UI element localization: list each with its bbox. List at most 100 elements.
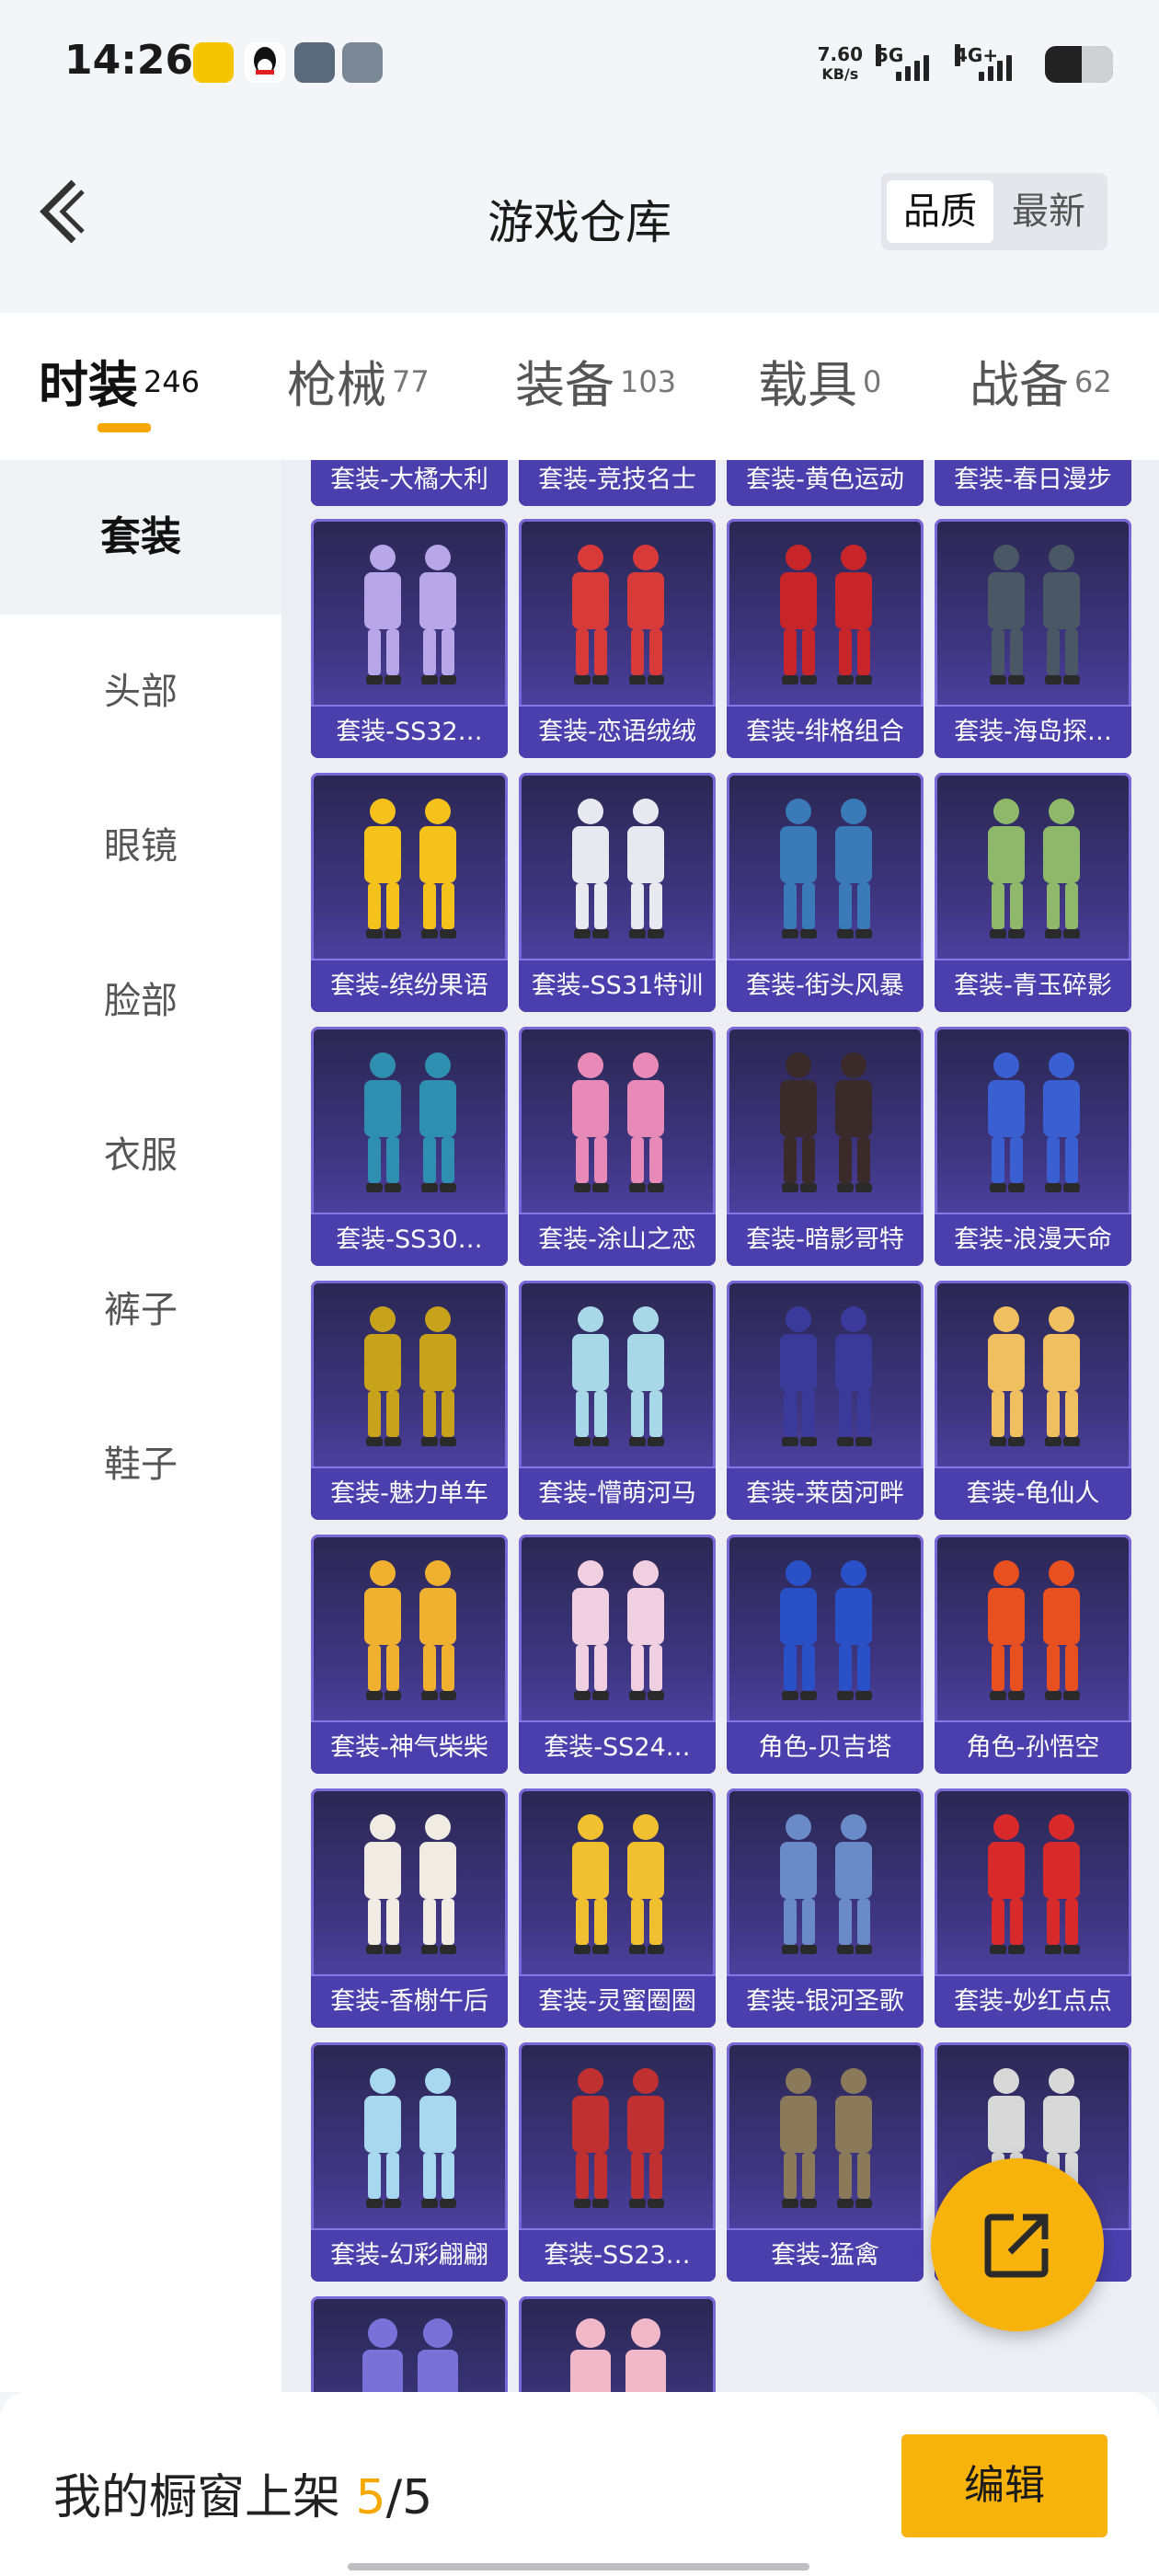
sidebar-item-glasses[interactable]: 眼镜 bbox=[0, 769, 281, 924]
outfit-label: 套装-SS31特训 bbox=[519, 959, 716, 1012]
outfit-card[interactable]: 套装-大橘大利 bbox=[311, 460, 508, 506]
home-indicator bbox=[348, 2563, 809, 2570]
tab-fashion[interactable]: 时装 246 bbox=[39, 344, 200, 417]
outfit-card[interactable]: 套装-猛禽 bbox=[727, 2042, 924, 2282]
outfit-thumbnail bbox=[570, 2318, 666, 2392]
outfit-card[interactable]: 套装-幻彩翩翩 bbox=[311, 2042, 508, 2282]
sidebar-item-clothes[interactable]: 衣服 bbox=[0, 1078, 281, 1233]
app-header: 游戏仓库 品质 最新 bbox=[0, 147, 1159, 276]
outfit-label: 套装-春日漫步 bbox=[935, 460, 1131, 506]
outfit-card[interactable]: 套装-SS23… bbox=[519, 2042, 716, 2282]
outfit-label: 套装-幻彩翩翩 bbox=[311, 2228, 508, 2282]
outfit-label: 套装-青玉碎影 bbox=[935, 959, 1131, 1012]
outfit-card[interactable]: 套装-香榭午后 bbox=[311, 1788, 508, 2028]
outfit-thumbnail bbox=[519, 1295, 716, 1461]
outfit-label: 套装-魅力单车 bbox=[311, 1466, 508, 1520]
sort-latest-button[interactable]: 最新 bbox=[995, 180, 1102, 243]
outfit-thumbnail bbox=[727, 788, 924, 953]
outfit-label: 套装-涂山之恋 bbox=[519, 1213, 716, 1266]
status-bar: 14:26 7.60 KB/s 5G 4G+ bbox=[0, 0, 1159, 120]
outfit-card[interactable]: 套装-浪漫天命 bbox=[935, 1027, 1131, 1266]
outfit-label: 套装-龟仙人 bbox=[935, 1466, 1131, 1520]
outfit-thumbnail bbox=[935, 1041, 1131, 1207]
sidebar-item-shoes[interactable]: 鞋子 bbox=[0, 1387, 281, 1542]
outfit-label: 套装-银河圣歌 bbox=[727, 1974, 924, 2028]
outfit-thumbnail bbox=[519, 2057, 716, 2223]
outfit-label: 套装-莱茵河畔 bbox=[727, 1466, 924, 1520]
outfit-thumbnail bbox=[935, 1295, 1131, 1461]
tab-weapons[interactable]: 枪械 77 bbox=[287, 344, 430, 417]
outfit-card[interactable] bbox=[519, 2296, 716, 2392]
outfit-thumbnail bbox=[519, 788, 716, 953]
outfit-card[interactable]: 套装-SS31特训 bbox=[519, 773, 716, 1012]
outfit-card[interactable]: 套装-妙红点点 bbox=[935, 1788, 1131, 2028]
outfit-card[interactable]: 套装-街头风暴 bbox=[727, 773, 924, 1012]
outfit-card[interactable]: 套装-春日漫步 bbox=[935, 460, 1131, 506]
outfit-card[interactable] bbox=[311, 2296, 508, 2392]
outfit-thumbnail bbox=[727, 1041, 924, 1207]
outfit-card[interactable]: 套装-懵萌河马 bbox=[519, 1281, 716, 1520]
qq-icon bbox=[245, 42, 285, 83]
outfit-label: 套装-绯格组合 bbox=[727, 705, 924, 758]
outfit-card[interactable]: 角色-孙悟空 bbox=[935, 1535, 1131, 1774]
outfit-label: 套装-妙红点点 bbox=[935, 1974, 1131, 2028]
sidebar: 套装 头部 眼镜 脸部 衣服 裤子 鞋子 bbox=[0, 460, 281, 2392]
outfit-card[interactable]: 套装-海岛探… bbox=[935, 519, 1131, 758]
outfit-card[interactable]: 套装-SS32… bbox=[311, 519, 508, 758]
tab-supplies[interactable]: 战备 62 bbox=[970, 344, 1112, 417]
tab-vehicles[interactable]: 载具 0 bbox=[758, 344, 881, 417]
outfit-label: 套装-香榭午后 bbox=[311, 1974, 508, 2028]
sidebar-item-head[interactable]: 头部 bbox=[0, 615, 281, 769]
category-tabs: 时装 246 枪械 77 装备 103 载具 0 战备 62 bbox=[0, 331, 1159, 442]
net-speed: 7.60 KB/s bbox=[817, 43, 863, 83]
outfit-card[interactable]: 套装-绯格组合 bbox=[727, 519, 924, 758]
showcase-status: 我的橱窗上架 5/5 bbox=[53, 2470, 433, 2525]
share-icon bbox=[984, 2214, 1049, 2278]
outfit-thumbnail bbox=[727, 1295, 924, 1461]
outfit-card[interactable]: 套装-灵蜜圈圈 bbox=[519, 1788, 716, 2028]
outfit-label: 套装-竞技名士 bbox=[519, 460, 716, 506]
share-button[interactable] bbox=[931, 2158, 1104, 2331]
outfit-card[interactable]: 套装-莱茵河畔 bbox=[727, 1281, 924, 1520]
outfit-thumbnail bbox=[311, 534, 508, 699]
outfit-thumbnail bbox=[935, 1549, 1131, 1715]
outfit-thumbnail bbox=[311, 788, 508, 953]
outfit-label: 套装-大橘大利 bbox=[311, 460, 508, 506]
sidebar-item-suit[interactable]: 套装 bbox=[0, 460, 281, 615]
outfit-card[interactable]: 套装-魅力单车 bbox=[311, 1281, 508, 1520]
outfit-card[interactable]: 套装-涂山之恋 bbox=[519, 1027, 716, 1266]
outfit-card[interactable]: 套装-暗影哥特 bbox=[727, 1027, 924, 1266]
outfit-label: 套装-猛禽 bbox=[727, 2228, 924, 2282]
outfit-thumbnail bbox=[727, 1549, 924, 1715]
sidebar-item-pants[interactable]: 裤子 bbox=[0, 1233, 281, 1387]
outfit-label: 套装-浪漫天命 bbox=[935, 1213, 1131, 1266]
outfit-label: 角色-贝吉塔 bbox=[727, 1720, 924, 1774]
tab-equipment[interactable]: 装备 103 bbox=[515, 344, 676, 417]
outfit-thumbnail bbox=[519, 1803, 716, 1969]
outfit-card[interactable]: 套装-SS30… bbox=[311, 1027, 508, 1266]
outfit-card[interactable]: 套装-龟仙人 bbox=[935, 1281, 1131, 1520]
sort-quality-button[interactable]: 品质 bbox=[887, 180, 993, 243]
outfit-card[interactable]: 套装-神气柴柴 bbox=[311, 1535, 508, 1774]
outfit-thumbnail bbox=[727, 534, 924, 699]
status-time: 14:26 bbox=[64, 37, 194, 84]
edit-button[interactable]: 编辑 bbox=[901, 2434, 1107, 2537]
game-app-icon-2 bbox=[342, 42, 383, 83]
outfit-card[interactable]: 套装-黄色运动 bbox=[727, 460, 924, 506]
outfit-card[interactable]: 套装-缤纷果语 bbox=[311, 773, 508, 1012]
outfit-card[interactable]: 套装-SS24… bbox=[519, 1535, 716, 1774]
outfit-label: 套装-SS32… bbox=[311, 705, 508, 758]
item-grid: 套装-大橘大利 套装-竞技名士 套装-黄色运动 套装-春日漫步套装-SS32… 套装-恋… bbox=[281, 460, 1159, 2392]
outfit-card[interactable]: 套装-银河圣歌 bbox=[727, 1788, 924, 2028]
outfit-label: 套装-黄色运动 bbox=[727, 460, 924, 506]
sidebar-item-face[interactable]: 脸部 bbox=[0, 924, 281, 1078]
signal-5g-icon: 5G bbox=[876, 44, 942, 81]
outfit-thumbnail bbox=[311, 1041, 508, 1207]
outfit-card[interactable]: 套装-青玉碎影 bbox=[935, 773, 1131, 1012]
outfit-card[interactable]: 角色-贝吉塔 bbox=[727, 1535, 924, 1774]
outfit-thumbnail bbox=[727, 1803, 924, 1969]
outfit-card[interactable]: 套装-恋语绒绒 bbox=[519, 519, 716, 758]
outfit-card[interactable]: 套装-竞技名士 bbox=[519, 460, 716, 506]
outfit-label: 套装-灵蜜圈圈 bbox=[519, 1974, 716, 2028]
app-notification-icon bbox=[193, 42, 234, 83]
